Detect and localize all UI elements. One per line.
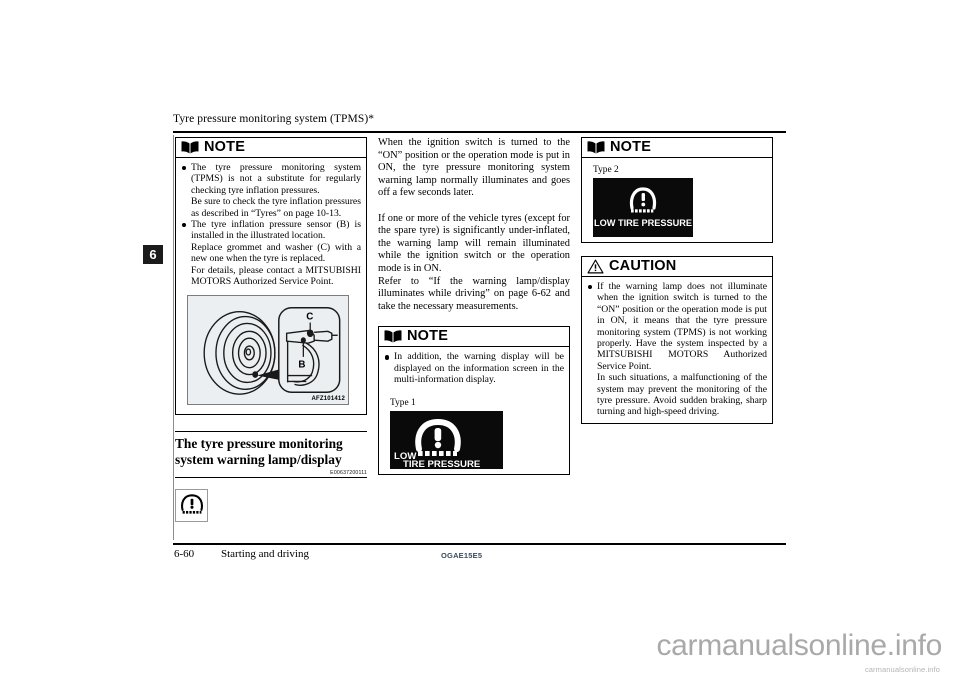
note-callout-middle: NOTE In addition, the warning display wi… — [378, 326, 570, 475]
mfd-screen: LOW TIRE PRESSURE — [593, 178, 693, 237]
tyre-pressure-sensor-illustration: C B AFZ101412 — [187, 295, 349, 406]
caution-bullet-item: If the warning lamp does not illuminate … — [587, 281, 767, 418]
caution-callout: CAUTION If the warning lamp does not ill… — [581, 256, 773, 424]
warning-triangle-icon — [587, 259, 604, 274]
note-callout-header: NOTE — [176, 138, 366, 158]
display-type-label: Type 1 — [390, 397, 416, 408]
note-bullet-list: The tyre pressure monitoring system (TPM… — [181, 162, 361, 287]
caution-callout-header: CAUTION — [582, 257, 772, 277]
chapter-tab-6: 6 — [143, 245, 163, 264]
bullet-main-text: The tyre inflation pressure sensor (B) i… — [191, 219, 361, 242]
tpms-warning-lamp-icon — [629, 187, 657, 213]
caution-label: CAUTION — [609, 258, 677, 274]
mfd-display-type2: Type 2 LOW TIRE PRESSURE — [587, 165, 767, 237]
body-paragraph: Refer to “If the warning lamp/display il… — [378, 275, 570, 312]
left-column: NOTE The tyre pressure monitoring system… — [175, 137, 367, 522]
bullet-sub-text: Be sure to check the tyre inflation pres… — [191, 196, 361, 219]
note-label: NOTE — [204, 139, 246, 155]
svg-text:TIRE PRESSURE: TIRE PRESSURE — [403, 459, 481, 469]
tpms-warning-lamp-icon — [179, 491, 205, 520]
watermark-primary: carmanualsonline.info — [656, 629, 942, 662]
note-callout-left: NOTE The tyre pressure monitoring system… — [175, 137, 367, 416]
svg-text:LOW TIRE PRESSURE: LOW TIRE PRESSURE — [594, 218, 692, 228]
section-heading: The tyre pressure monitoring system warn… — [175, 431, 367, 467]
page-header-title: Tyre pressure monitoring system (TPMS)* — [173, 113, 375, 125]
note-bullet-item: The tyre pressure monitoring system (TPM… — [181, 162, 361, 219]
header-divider — [173, 131, 786, 133]
svg-text:B: B — [298, 360, 305, 371]
note-bullet-item: The tyre inflation pressure sensor (B) i… — [181, 219, 361, 287]
mfd-screen: LOW TIRE PRESSURE — [390, 410, 503, 470]
footer-divider — [173, 543, 786, 545]
bullet-sub-text: In such situations, a malfunctioning of … — [597, 372, 767, 418]
manual-page: Tyre pressure monitoring system (TPMS)* … — [0, 0, 960, 625]
watermark-band: carmanualsonline.info carmanualsonline.i… — [0, 625, 960, 679]
middle-column: When the ignition switch is turned to th… — [378, 137, 570, 475]
note-callout-header: NOTE — [379, 327, 569, 348]
note-label: NOTE — [407, 328, 449, 345]
tpms-warning-lamp-swatch — [175, 488, 208, 522]
note-callout-right: NOTE Type 2 LOW TIRE PRESSURE — [581, 137, 773, 243]
bullet-main-text: In addition, the warning display will be… — [394, 351, 564, 386]
section-reference-code: E00637200111 — [175, 470, 367, 478]
bullet-sub-text: Replace grommet and washer (C) with a ne… — [191, 241, 361, 265]
bullet-main-text: If the warning lamp does not illuminate … — [597, 281, 767, 372]
right-column: NOTE Type 2 LOW TIRE PRESSURE CAUTION If… — [581, 137, 773, 424]
warning-lamp-swatch-wrap — [175, 488, 367, 522]
note-callout-body: In addition, the warning display will be… — [379, 347, 569, 473]
footer-page-number: 6-60 — [174, 548, 195, 560]
svg-text:C: C — [306, 312, 313, 323]
note-book-icon — [181, 140, 199, 155]
note-bullet-list: In addition, the warning display will be… — [384, 351, 564, 385]
spine-divider — [173, 135, 174, 540]
footer-section-name: Starting and driving — [221, 548, 309, 560]
mfd-display-type1: Type 1 LOW TIRE PRESSURE — [384, 397, 564, 470]
bullet-main-text: The tyre pressure monitoring system (TPM… — [191, 162, 361, 196]
caution-callout-body: If the warning lamp does not illuminate … — [582, 277, 772, 423]
note-book-icon — [587, 140, 605, 155]
watermark-secondary: carmanualsonline.info — [864, 665, 940, 674]
bullet-sub-text: For details, please contact a MITSUBISHI… — [191, 264, 361, 288]
body-paragraph: When the ignition switch is turned to th… — [378, 137, 570, 199]
note-callout-body: The tyre pressure monitoring system (TPM… — [176, 158, 366, 414]
note-book-icon — [384, 329, 402, 344]
footer-document-code: OGAE15E5 — [441, 551, 483, 560]
note-callout-header: NOTE — [582, 138, 772, 158]
display-type-label: Type 2 — [593, 165, 619, 175]
caution-bullet-list: If the warning lamp does not illuminate … — [587, 281, 767, 418]
section-block: The tyre pressure monitoring system warn… — [175, 431, 367, 522]
tpms-warning-lamp-icon — [415, 418, 461, 456]
note-label: NOTE — [610, 139, 652, 155]
figure-reference-code: AFZ101412 — [311, 396, 345, 403]
note-bullet-item: In addition, the warning display will be… — [384, 351, 564, 385]
body-paragraph: If one or more of the vehicle tyres (exc… — [378, 212, 570, 274]
note-callout-body: Type 2 LOW TIRE PRESSURE — [582, 158, 772, 242]
